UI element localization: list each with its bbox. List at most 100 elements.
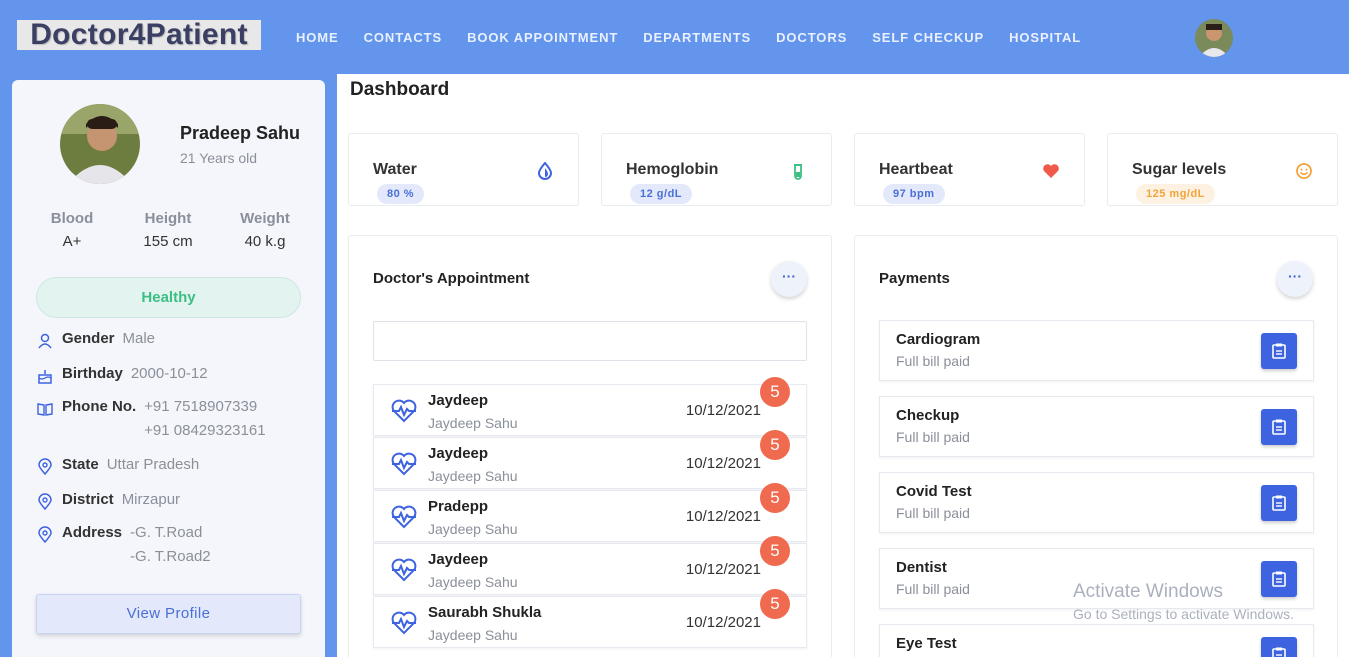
appointment-name: Saurabh Shukla [428, 604, 542, 621]
page-title: Dashboard [350, 79, 450, 100]
info-label: Phone No. [62, 398, 137, 415]
info-value: Male [122, 330, 156, 347]
phone-primary: +91 7518907339 [144, 398, 258, 415]
appointment-name: Jaydeep [428, 551, 489, 568]
appointment-subtitle: Jaydeep Sahu [428, 574, 518, 590]
view-profile-button[interactable]: View Profile [36, 594, 301, 634]
appointment-subtitle: Jaydeep Sahu [428, 521, 518, 537]
appointment-subtitle: Jaydeep Sahu [428, 468, 518, 484]
cake-icon [38, 370, 52, 384]
clipboard-icon [1272, 343, 1286, 359]
heartbeat-icon [391, 399, 417, 423]
info-birthday: Birthday 2000-10-12 [36, 365, 208, 386]
appointment-count-badge: 5 [760, 483, 790, 513]
profile-avatar [60, 104, 140, 184]
payment-name: Cardiogram [896, 331, 981, 348]
appointment-search-input[interactable] [373, 321, 807, 361]
receipt-button[interactable] [1261, 333, 1297, 369]
stat-value: 40 k.g [244, 233, 286, 250]
appointment-subtitle: Jaydeep Sahu [428, 415, 518, 431]
address-line-1: -G. T.Road [130, 524, 203, 541]
receipt-button[interactable] [1261, 409, 1297, 445]
location-pin-icon [38, 493, 52, 511]
nav-hospital[interactable]: HOSPITAL [1009, 30, 1081, 45]
info-value: Uttar Pradesh [106, 456, 200, 473]
site-logo[interactable]: Doctor4Patient [17, 20, 261, 50]
appointment-date: 10/12/2021 [685, 402, 761, 419]
payment-name: Checkup [896, 407, 960, 424]
droplet-icon [537, 162, 553, 180]
nav-book-appointment[interactable]: BOOK APPOINTMENT [467, 30, 618, 45]
payment-name: Dentist [896, 559, 947, 576]
payment-item: Covid Test Full bill paid [879, 472, 1314, 533]
smile-icon [1296, 163, 1312, 179]
nav-home[interactable]: HOME [296, 30, 339, 45]
heart-icon [1043, 164, 1059, 178]
payment-item: Cardiogram Full bill paid [879, 320, 1314, 381]
watermark-subtitle: Go to Settings to activate Windows. [1073, 606, 1294, 622]
appointment-date: 10/12/2021 [685, 561, 761, 578]
appointment-item[interactable]: Saurabh Shukla Jaydeep Sahu 10/12/2021 5 [373, 589, 807, 648]
payment-status: Full bill paid [896, 429, 970, 445]
stat-weight: Weight 40 k.g [225, 210, 305, 250]
appointment-name: Jaydeep [428, 445, 489, 462]
heartbeat-icon [391, 452, 417, 476]
metric-water: Water 80 % [348, 133, 579, 206]
panel-title: Payments [879, 270, 950, 287]
info-label: Birthday [62, 365, 123, 382]
appointment-count-badge: 5 [760, 536, 790, 566]
more-options-button[interactable]: ··· [771, 261, 807, 297]
receipt-button[interactable] [1261, 637, 1297, 657]
info-value: -G. T.Road -G. T.Road2 [130, 521, 211, 569]
nav-self-checkup[interactable]: SELF CHECKUP [872, 30, 984, 45]
heartbeat-icon [391, 611, 417, 635]
appointment-item[interactable]: Jaydeep Jaydeep Sahu 10/12/2021 5 [373, 377, 807, 436]
clipboard-icon [1272, 495, 1286, 511]
stat-label: Height [144, 210, 192, 227]
appointment-item[interactable]: Jaydeep Jaydeep Sahu 10/12/2021 5 [373, 430, 807, 489]
info-value: 2000-10-12 [130, 365, 208, 382]
payment-status: Full bill paid [896, 505, 970, 521]
info-district: District Mirzapur [36, 491, 180, 512]
ellipsis-icon: ··· [1288, 268, 1302, 284]
metric-heartbeat: Heartbeat 97 bpm [854, 133, 1085, 206]
metric-hemoglobin: Hemoglobin 12 g/dL [601, 133, 832, 206]
metric-name: Hemoglobin [626, 161, 719, 178]
info-state: State Uttar Pradesh [36, 456, 199, 477]
info-value: Mirzapur [121, 491, 181, 508]
watermark-title: Activate Windows [1073, 581, 1223, 602]
address-line-2: -G. T.Road2 [130, 548, 211, 565]
info-label: Address [62, 524, 123, 541]
user-avatar[interactable] [1195, 19, 1233, 57]
appointment-item[interactable]: Pradepp Jaydeep Sahu 10/12/2021 5 [373, 483, 807, 542]
stat-value: A+ [62, 233, 82, 250]
metric-value: 80 % [377, 184, 425, 204]
nav-departments[interactable]: DEPARTMENTS [643, 30, 751, 45]
phone-secondary: +91 08429323161 [144, 422, 266, 439]
test-tube-icon [794, 164, 802, 180]
info-label: District [62, 491, 114, 508]
heartbeat-icon [391, 558, 417, 582]
top-navbar: Doctor4Patient HOME CONTACTS BOOK APPOIN… [0, 0, 1349, 74]
panel-title: Doctor's Appointment [373, 270, 530, 287]
stat-blood: Blood A+ [32, 210, 112, 250]
metric-name: Heartbeat [879, 161, 953, 178]
nav-doctors[interactable]: DOCTORS [776, 30, 847, 45]
appointment-name: Jaydeep [428, 392, 489, 409]
nav-contacts[interactable]: CONTACTS [364, 30, 442, 45]
appointment-count-badge: 5 [760, 430, 790, 460]
appointment-date: 10/12/2021 [685, 508, 761, 525]
clipboard-icon [1272, 647, 1286, 657]
metric-value: 97 bpm [883, 184, 945, 204]
info-label: State [62, 456, 99, 473]
profile-name: Pradeep Sahu [180, 123, 301, 143]
appointment-item[interactable]: Jaydeep Jaydeep Sahu 10/12/2021 5 [373, 536, 807, 595]
appointment-subtitle: Jaydeep Sahu [428, 627, 518, 643]
appointment-name: Pradepp [428, 498, 489, 515]
book-icon [37, 403, 53, 416]
receipt-button[interactable] [1261, 485, 1297, 521]
payment-item: Eye Test [879, 624, 1314, 657]
more-options-button[interactable]: ··· [1277, 261, 1313, 297]
health-status-badge: Healthy [36, 277, 301, 318]
location-pin-icon [38, 458, 52, 476]
